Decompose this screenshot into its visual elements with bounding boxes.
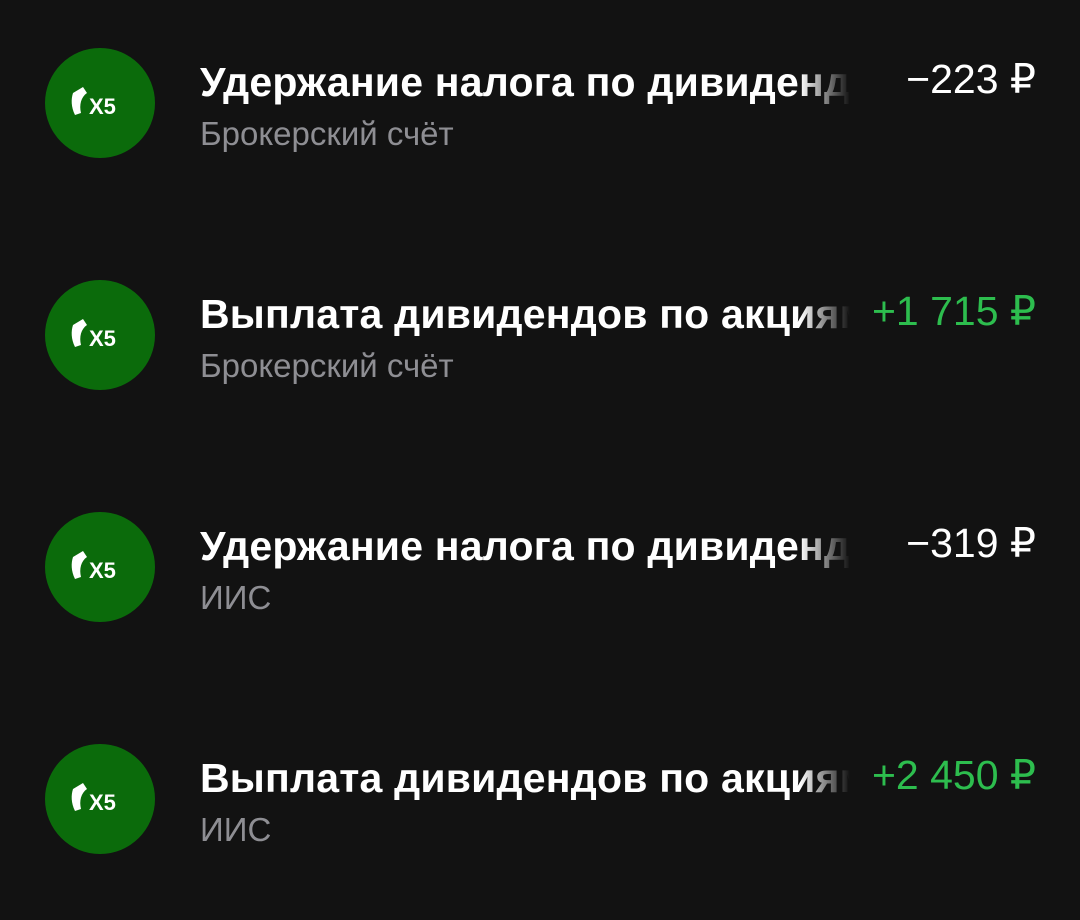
operation-title: Удержание налога по дивидендам: [200, 59, 850, 105]
svg-text:X5: X5: [89, 790, 116, 815]
svg-text:X5: X5: [89, 326, 116, 351]
operation-amount: −223 ₽: [906, 56, 1036, 102]
operation-title: Выплата дивидендов по акциям: [200, 755, 850, 801]
svg-text:X5: X5: [89, 558, 116, 583]
operation-account: ИИС: [200, 579, 272, 616]
operation-account: Брокерский счёт: [200, 115, 454, 152]
operation-row[interactable]: X5 Выплата дивидендов по акциям Брокерск…: [0, 232, 1080, 432]
operation-row[interactable]: X5 Удержание налога по дивидендам Брокер…: [0, 0, 1080, 200]
operation-row[interactable]: X5 Выплата дивидендов по акциям ИИС +2 4…: [0, 696, 1080, 896]
operation-account: Брокерский счёт: [200, 347, 454, 384]
operation-amount: +2 450 ₽: [871, 752, 1036, 798]
operation-title: Удержание налога по дивидендам: [200, 523, 850, 569]
operation-row[interactable]: X5 Удержание налога по дивидендам ИИС −3…: [0, 464, 1080, 664]
svg-text:X5: X5: [89, 94, 116, 119]
x5-logo-icon: X5: [45, 48, 155, 158]
operations-list: X5 Удержание налога по дивидендам Брокер…: [0, 0, 1080, 920]
operation-account: ИИС: [200, 811, 272, 848]
operation-title: Выплата дивидендов по акциям: [200, 291, 850, 337]
x5-logo-icon: X5: [45, 744, 155, 854]
x5-logo-icon: X5: [45, 280, 155, 390]
operation-amount: +1 715 ₽: [871, 288, 1036, 334]
operation-amount: −319 ₽: [906, 520, 1036, 566]
x5-logo-icon: X5: [45, 512, 155, 622]
